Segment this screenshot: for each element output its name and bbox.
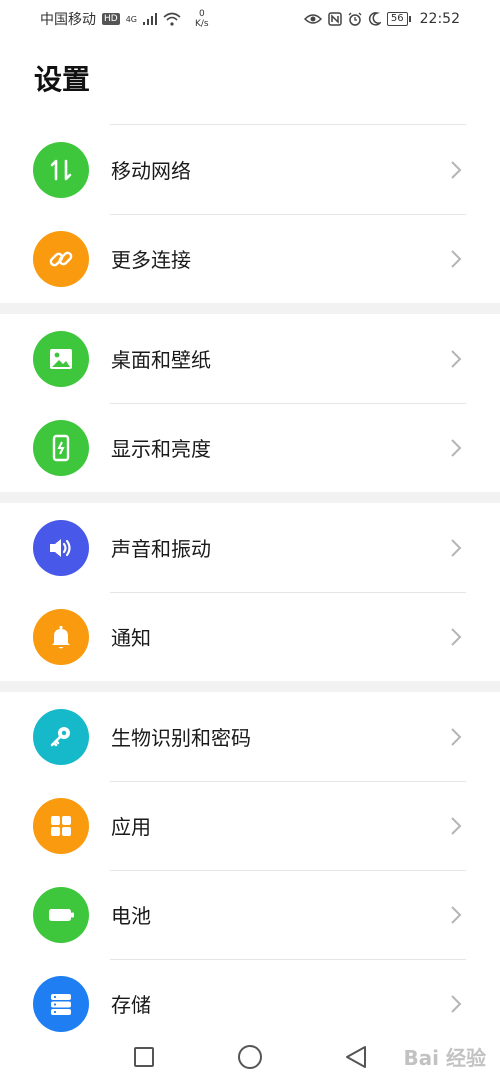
settings-item-label: 应用 [111,815,151,839]
settings-item-apps[interactable]: 应用 [0,781,500,870]
storage-icon [33,975,89,1032]
settings-group-connectivity: 移动网络 更多连接 [0,124,500,303]
alarm-icon [348,12,362,26]
circle-icon [238,1044,262,1069]
status-bar: 中国移动 HD 4G 0 K/s 56 22:52 [0,0,500,38]
settings-item-label: 桌面和壁纸 [111,348,211,372]
status-right: 56 22:52 [303,11,460,27]
chevron-right-icon [451,349,462,368]
settings-item-home-wallpaper[interactable]: 桌面和壁纸 [0,314,500,403]
eye-icon [303,14,322,24]
network-speed: 0 K/s [195,9,209,29]
status-left: 中国移动 HD 4G 0 K/s [40,9,209,29]
recent-apps-button[interactable] [130,1043,158,1071]
settings-group-system: 生物识别和密码 应用 电池 存储 [0,681,500,1048]
settings-item-mobile-network[interactable]: 移动网络 [0,125,500,214]
chevron-right-icon [451,727,462,746]
settings-item-sound-vibration[interactable]: 声音和振动 [0,503,500,592]
page-title: 设置 [34,63,91,96]
settings-item-biometrics-password[interactable]: 生物识别和密码 [0,692,500,781]
mobile-data-icon [33,141,89,198]
settings-item-label: 移动网络 [111,159,191,183]
battery-indicator: 56 [386,12,411,26]
chevron-right-icon [451,816,462,835]
speed-unit: K/s [195,19,209,29]
bell-icon [33,608,89,665]
settings-item-notifications[interactable]: 通知 [0,592,500,681]
network-type: 4G [125,14,137,24]
chevron-right-icon [451,160,462,179]
wifi-icon [163,12,181,26]
settings-item-label: 通知 [111,626,151,650]
moon-icon [368,12,381,26]
settings-item-label: 存储 [111,993,151,1017]
settings-item-more-connections[interactable]: 更多连接 [0,214,500,303]
settings-item-battery[interactable]: 电池 [0,870,500,959]
settings-item-label: 生物识别和密码 [111,726,251,750]
home-button[interactable] [236,1043,264,1071]
nfc-icon [328,12,342,26]
apps-icon [33,797,89,854]
battery-icon [33,886,89,943]
chevron-right-icon [451,994,462,1013]
sound-icon [33,519,89,576]
clock: 22:52 [419,11,460,27]
settings-item-label: 更多连接 [111,248,191,272]
wallpaper-icon [33,330,89,387]
chevron-right-icon [451,905,462,924]
settings-list: 移动网络 更多连接 桌面和壁纸 显示和亮度 声音和振动 通知 生物识别和密码 应… [0,124,500,1048]
hd-badge: HD [102,13,120,25]
watermark-logo: Bai 经验 [403,1046,486,1070]
settings-item-label: 显示和亮度 [111,437,211,461]
link-icon [33,230,89,287]
settings-group-display: 桌面和壁纸 显示和亮度 [0,303,500,492]
display-icon [33,419,89,476]
square-icon [134,1046,154,1067]
settings-group-sound: 声音和振动 通知 [0,492,500,681]
chevron-right-icon [451,438,462,457]
chevron-right-icon [451,627,462,646]
carrier-name: 中国移动 [40,12,96,28]
signal-icon [143,13,157,25]
chevron-right-icon [451,538,462,557]
back-button[interactable] [342,1043,370,1071]
settings-item-label: 电池 [111,904,151,928]
chevron-right-icon [451,249,462,268]
settings-item-display-brightness[interactable]: 显示和亮度 [0,403,500,492]
settings-item-label: 声音和振动 [111,537,211,561]
speed-value: 0 [198,9,205,19]
triangle-back-icon [346,1045,366,1068]
key-icon [33,708,89,765]
